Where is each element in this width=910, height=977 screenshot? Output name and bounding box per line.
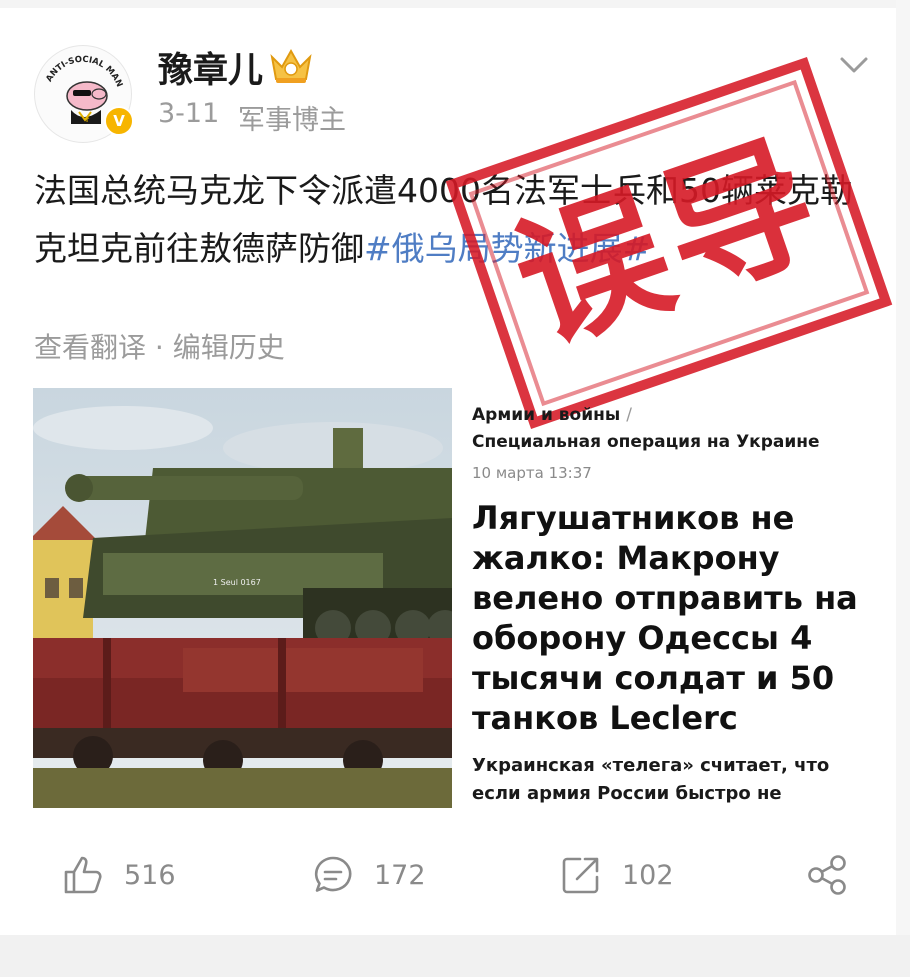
vehicle-marking: 1 Seul 0167 bbox=[213, 578, 261, 587]
stamp-label: 误导 bbox=[494, 109, 843, 375]
tank-photo-illustration: 1 Seul 0167 bbox=[33, 388, 452, 808]
article-date: 10 марта 13:37 bbox=[472, 464, 592, 482]
crown-icon bbox=[270, 48, 312, 83]
article-preview[interactable]: Армии и войны / Специальная операция на … bbox=[472, 402, 872, 808]
forward-icon bbox=[562, 857, 599, 894]
comment-button[interactable]: 172 bbox=[312, 852, 426, 898]
svg-text:✝: ✝ bbox=[84, 115, 91, 124]
breadcrumb-item-1[interactable]: Армии и войны bbox=[472, 405, 620, 425]
like-count: 516 bbox=[124, 859, 176, 891]
article-headline[interactable]: Лягушатников не жалко: Макрону велено от… bbox=[472, 498, 862, 738]
post-date: 3-11 bbox=[158, 98, 220, 129]
breadcrumb: Армии и войны / Специальная операция на … bbox=[472, 402, 872, 456]
thumbs-up-icon bbox=[64, 856, 102, 894]
comment-icon bbox=[314, 856, 352, 892]
repost-count: 102 bbox=[622, 859, 674, 891]
share-icon bbox=[808, 855, 846, 895]
misleading-stamp: 误导 bbox=[445, 56, 893, 430]
translate-edit-link[interactable]: 查看翻译 · 编辑历史 bbox=[34, 326, 285, 366]
action-bar: 516 172 102 bbox=[0, 838, 896, 918]
article-lead: Украинская «телега» считает, что если ар… bbox=[472, 755, 830, 804]
breadcrumb-separator: / bbox=[626, 405, 632, 425]
comment-count: 172 bbox=[374, 859, 426, 891]
feed-separator bbox=[0, 935, 910, 977]
username[interactable]: 豫章儿 bbox=[158, 42, 263, 93]
scroll-edge bbox=[896, 0, 910, 977]
breadcrumb-item-2[interactable]: Специальная операция на Украине bbox=[472, 432, 820, 452]
verified-badge: V bbox=[104, 106, 134, 136]
article-photo: 1 Seul 0167 bbox=[33, 388, 452, 808]
share-button[interactable] bbox=[806, 852, 868, 898]
top-divider bbox=[0, 0, 910, 8]
like-button[interactable]: 516 bbox=[62, 852, 176, 898]
repost-button[interactable]: 102 bbox=[560, 852, 674, 898]
author-role: 军事博主 bbox=[238, 105, 346, 136]
chevron-down-icon[interactable] bbox=[836, 50, 872, 80]
